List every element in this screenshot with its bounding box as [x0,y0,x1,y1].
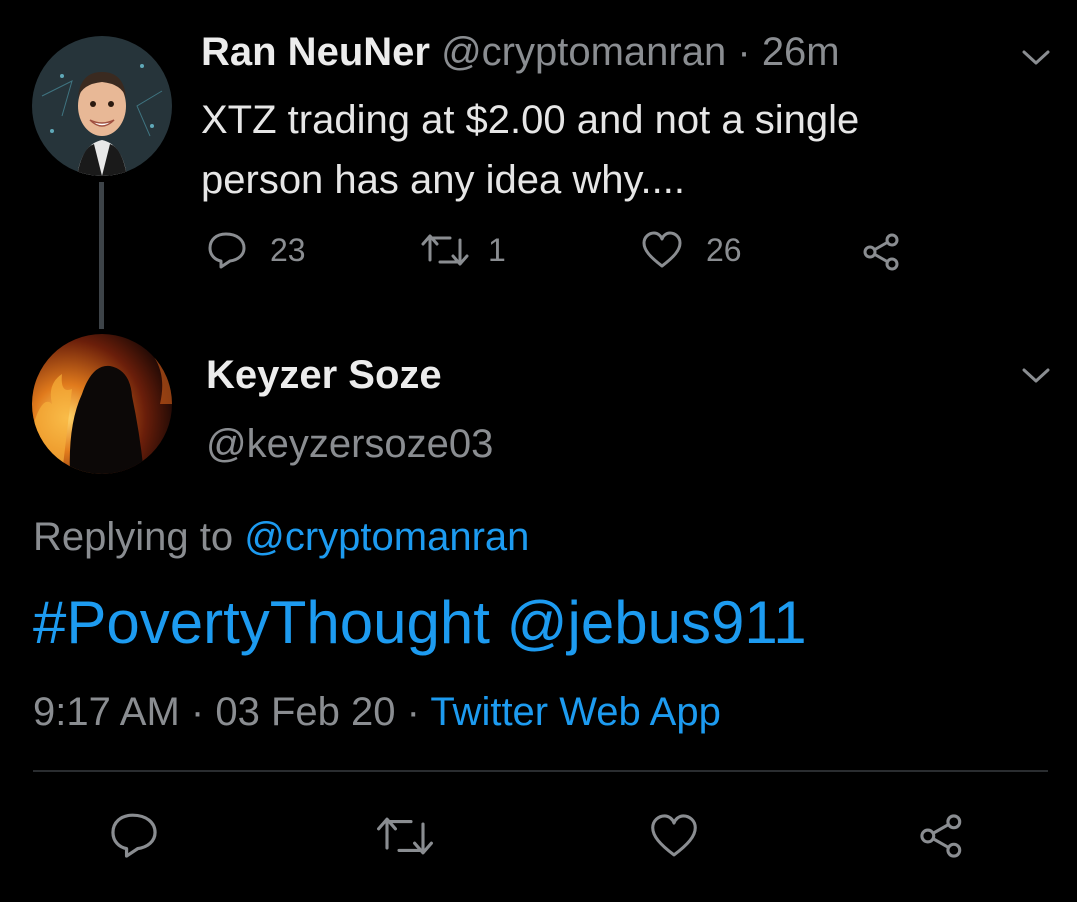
avatar-keyzer-soze[interactable] [32,334,172,474]
reply-tweet-text: #PovertyThought @jebus911 [33,588,807,657]
avatar-ran-neuner[interactable] [32,36,172,176]
parent-tweet-header: Ran NeuNer @cryptomanran · 26m [201,30,840,75]
parent-retweet-count: 1 [488,231,506,268]
parent-reply-button[interactable]: 23 [206,230,306,270]
parent-text-line1: XTZ trading at $2.00 and not a single [201,98,860,142]
reply-icon[interactable] [108,810,160,860]
parent-like-count: 26 [706,231,742,268]
parent-time[interactable]: 26m [762,30,840,74]
retweet-icon[interactable] [375,812,435,860]
parent-tweet-text: XTZ trading at $2.00 and not a single pe… [201,90,859,210]
parent-handle[interactable]: @cryptomanran [441,30,726,74]
timestamp-sep2: · [406,690,420,734]
parent-reply-count: 23 [270,231,306,268]
share-icon[interactable] [860,232,904,272]
timestamp-sep1: · [190,690,205,734]
replying-to-handle-link[interactable]: @cryptomanran [244,515,529,559]
retweet-icon [421,234,469,266]
parent-text-line2: person has any idea why.... [201,158,685,202]
reply-icon [208,232,246,269]
mention-link[interactable]: @jebus911 [507,589,807,656]
share-icon[interactable] [916,812,968,860]
parent-like-button[interactable]: 26 [640,230,742,270]
parent-display-name[interactable]: Ran NeuNer [201,30,430,74]
like-icon [642,231,682,268]
parent-separator: · [737,30,751,74]
chevron-down-icon[interactable] [1020,48,1052,68]
timestamp-date: 03 Feb 20 [215,690,396,734]
parent-retweet-button[interactable]: 1 [420,230,506,270]
reply-display-name[interactable]: Keyzer Soze [206,353,442,398]
timestamp-time: 9:17 AM [33,690,180,734]
thread-connector-line [99,182,104,329]
replying-to-line: Replying to @cryptomanran [33,515,529,560]
chevron-down-icon[interactable] [1020,366,1052,386]
like-icon[interactable] [648,812,700,860]
reply-handle[interactable]: @keyzersoze03 [206,422,493,467]
hashtag-link[interactable]: #PovertyThought [33,589,490,656]
reply-timestamp-line: 9:17 AM · 03 Feb 20 · Twitter Web App [33,690,721,735]
source-link[interactable]: Twitter Web App [430,690,721,734]
divider [33,770,1048,772]
replying-to-label: Replying to [33,515,234,559]
